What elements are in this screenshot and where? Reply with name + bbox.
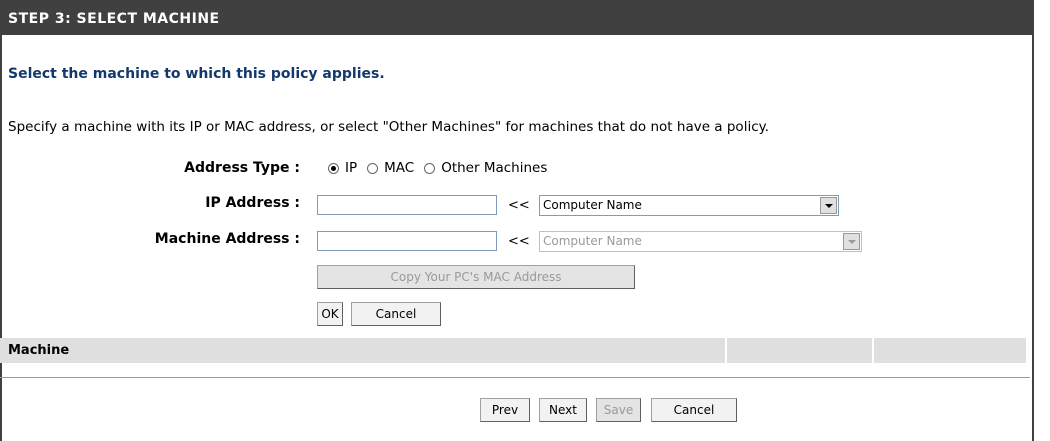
ok-button[interactable]: OK	[317, 302, 343, 326]
machine-address-input[interactable]	[317, 231, 497, 251]
radio-other-machines[interactable]: Other Machines	[424, 160, 547, 176]
machine-copy-arrows: <<	[508, 234, 530, 249]
radio-ip-label: IP	[345, 160, 358, 176]
footer-cancel-button[interactable]: Cancel	[651, 398, 737, 422]
ip-copy-arrows: <<	[508, 198, 530, 213]
ip-address-input[interactable]	[317, 195, 497, 215]
prev-button[interactable]: Prev	[480, 398, 530, 422]
copy-mac-address-button: Copy Your PC's MAC Address	[317, 265, 635, 289]
divider	[0, 377, 1030, 378]
column-2	[727, 338, 872, 363]
next-button[interactable]: Next	[539, 398, 587, 422]
chevron-down-icon	[843, 233, 860, 250]
save-button: Save	[596, 398, 641, 422]
form-cancel-button[interactable]: Cancel	[351, 302, 441, 326]
description: Specify a machine with its IP or MAC add…	[8, 119, 769, 135]
section-title: STEP 3: SELECT MACHINE	[0, 0, 1034, 35]
subtitle: Select the machine to which this policy …	[8, 66, 385, 82]
radio-other-label: Other Machines	[441, 160, 548, 176]
ip-address-label: IP Address :	[205, 195, 300, 211]
computer-name-select-value: Computer Name	[543, 198, 642, 212]
machine-table-header: Machine	[0, 338, 1034, 363]
radio-mac-indicator[interactable]	[367, 162, 379, 174]
radio-other-indicator[interactable]	[424, 162, 436, 174]
radio-ip-indicator[interactable]	[328, 162, 339, 174]
computer-name-select-disabled: Computer Name	[539, 231, 862, 252]
computer-name-select[interactable]: Computer Name	[539, 195, 839, 216]
radio-ip[interactable]: IP	[328, 160, 357, 176]
radio-mac[interactable]: MAC	[367, 160, 414, 176]
computer-name-select-disabled-value: Computer Name	[543, 234, 642, 248]
column-3	[874, 338, 1026, 363]
address-type-label: Address Type :	[184, 160, 300, 176]
chevron-down-icon[interactable]	[820, 197, 837, 214]
address-type-radio-group: IP MAC Other Machines	[328, 160, 557, 176]
machine-address-label: Machine Address :	[154, 231, 300, 247]
column-machine: Machine	[0, 338, 725, 363]
radio-mac-label: MAC	[384, 160, 415, 176]
